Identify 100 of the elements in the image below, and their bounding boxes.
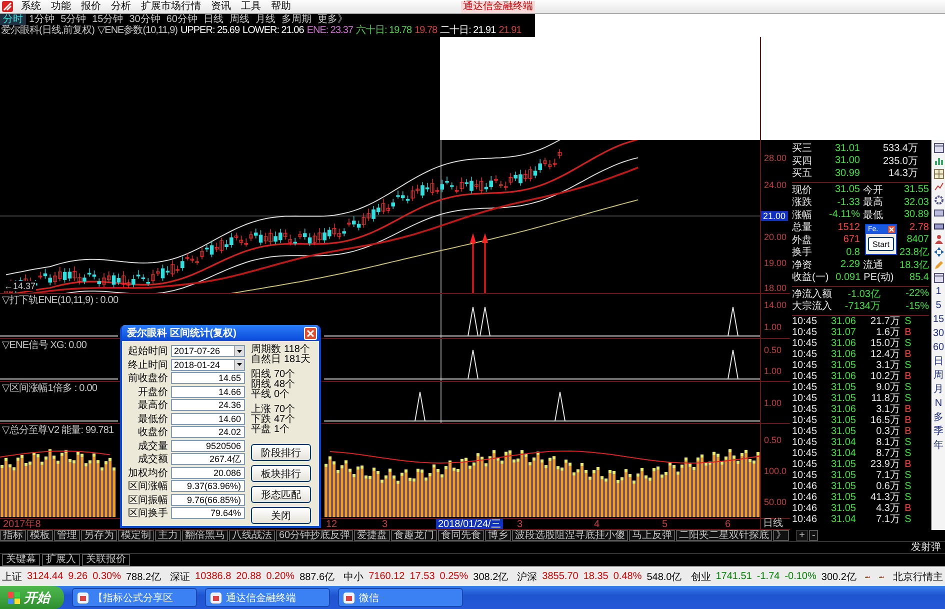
indicator-tab[interactable]: 指标	[0, 530, 26, 541]
value-field[interactable]: 9520506	[171, 440, 245, 452]
period-button[interactable]: 日	[934, 356, 944, 367]
period-tab[interactable]: 15分钟	[89, 14, 126, 25]
dialog-button[interactable]: 阶段排行	[251, 444, 311, 461]
trade-price: 31.06	[830, 370, 856, 382]
quote-label: 最高	[862, 196, 884, 210]
signal-spike	[728, 350, 738, 380]
dialog-button[interactable]: 关闭	[251, 507, 311, 524]
panel-title: ▽区间涨幅1倍多 : 0.00	[2, 383, 98, 394]
quote-value: -15%	[904, 300, 929, 312]
value-field[interactable]: 267.4亿	[171, 453, 245, 466]
quote-label: 净流入额	[792, 288, 832, 300]
date-axis-label: 4	[594, 519, 600, 529]
indicator-tab[interactable]: 主力	[155, 530, 181, 541]
zoom-button[interactable]: +	[796, 530, 808, 541]
indicator-tab[interactable]: 食同先食	[438, 530, 484, 541]
period-tab[interactable]: 1分钟	[26, 14, 58, 25]
menu-item[interactable]: 资讯	[206, 0, 236, 13]
index-amount: 548.0亿	[646, 570, 682, 584]
quote-label: 总量	[792, 220, 813, 234]
value-field[interactable]: 14.66	[171, 386, 245, 398]
date-dropdown[interactable]: 2018-01-24	[171, 358, 245, 371]
menu-item[interactable]: 系统	[16, 0, 46, 13]
index-amount: 308.2亿	[473, 570, 508, 584]
value-field[interactable]: 20.086	[171, 466, 245, 479]
close-button[interactable]	[888, 226, 895, 233]
period-button[interactable]: 年	[934, 440, 944, 451]
index-change: 17.53	[410, 571, 435, 582]
menu-item[interactable]: 工具	[236, 0, 266, 13]
index-percent: -0.10%	[784, 571, 816, 582]
indicator-tab[interactable]: 波段选股阻涅寻底挂小傻	[512, 530, 628, 541]
value-field[interactable]: 14.65	[171, 372, 245, 384]
value-field[interactable]: 9.76(66.85%)	[171, 494, 245, 506]
indicator-tab[interactable]: 爱捷盘	[354, 530, 390, 541]
value-field[interactable]: 79.64%	[171, 507, 245, 520]
trade-price: 31.05	[830, 360, 856, 370]
period-tab[interactable]: 月线	[252, 14, 278, 25]
period-tab[interactable]: 更多》	[314, 14, 350, 25]
menu-item[interactable]: 扩展市场行情	[136, 0, 206, 13]
taskbar-button[interactable]: 【指标公式分享区	[72, 588, 197, 607]
period-button[interactable]: 30	[932, 328, 944, 339]
indicator-tab[interactable]: 二阳夹二星双针探底	[676, 530, 772, 541]
period-button[interactable]: N	[934, 398, 942, 409]
period-button[interactable]: 季	[934, 426, 944, 437]
axis-label: 50.00	[764, 497, 787, 508]
period-label: 日线	[762, 519, 784, 529]
value-field[interactable]: 24.36	[171, 399, 245, 412]
period-tab[interactable]: 多周期	[278, 14, 314, 25]
zoom-button[interactable]: -	[808, 530, 818, 541]
indicator-tab[interactable]: 另存为	[81, 530, 117, 541]
start-button[interactable]: Start	[868, 237, 894, 251]
trade-side: B	[904, 414, 912, 426]
dialog-button[interactable]: 形态匹配	[251, 486, 311, 503]
indicator-tab[interactable]: 翻倍黑马	[182, 530, 228, 541]
stat-value: 118个	[284, 345, 310, 355]
value-field[interactable]: 24.02	[171, 426, 245, 438]
price-axis-label: 19.00	[764, 258, 787, 268]
indicator-tab[interactable]: 博乡	[485, 530, 512, 541]
indicator-tab[interactable]: 60分钟抄底反弹	[276, 530, 354, 541]
menu-item[interactable]: 分析	[106, 0, 136, 13]
date-dropdown[interactable]: 2017-07-26	[171, 345, 245, 358]
trade-time: 10:45	[792, 448, 818, 458]
indicator-value: LOWER: 21.06	[242, 25, 305, 37]
trade-price: 31.06	[830, 404, 856, 414]
period-button[interactable]: 多	[934, 412, 944, 423]
period-button[interactable]: 周	[934, 370, 944, 381]
period-button[interactable]: 5	[936, 300, 942, 311]
period-button[interactable]: 月	[934, 384, 944, 395]
indicator-tab[interactable]: 》	[773, 530, 790, 541]
indicator-tab[interactable]: 马上反弹	[629, 530, 676, 541]
message-text: 发射弹	[911, 542, 942, 553]
quote-label: 买四	[792, 154, 813, 168]
period-tab[interactable]: 分时	[0, 14, 26, 25]
taskbar-button[interactable]: 微信	[338, 588, 463, 607]
trade-time: 10:45	[792, 470, 818, 480]
menu-item[interactable]: 帮助	[266, 0, 296, 13]
period-button[interactable]: 1	[936, 286, 942, 297]
value-field[interactable]: 9.37(63.96%)	[171, 480, 245, 492]
index-change: 18.35	[583, 571, 608, 582]
taskbar-button[interactable]: 通达信金融终端	[205, 588, 330, 607]
period-button[interactable]: 15	[932, 314, 944, 325]
trade-time: 10:45	[792, 436, 818, 448]
trade-time: 10:46	[792, 514, 818, 524]
menu-item[interactable]: 功能	[46, 0, 76, 13]
close-button[interactable]	[304, 326, 317, 340]
indicator-tab[interactable]: 模定制	[118, 530, 154, 541]
period-tab[interactable]: 30分钟	[126, 14, 164, 25]
period-button[interactable]: 60	[932, 342, 944, 353]
period-tab[interactable]: 5分钟	[58, 14, 90, 25]
indicator-tab[interactable]: 模板	[27, 530, 53, 541]
value-field[interactable]: 14.60	[171, 412, 245, 425]
period-tab[interactable]: 日线	[200, 14, 226, 25]
indicator-tab[interactable]: 管理	[54, 530, 80, 541]
period-tab[interactable]: 60分钟	[163, 14, 200, 25]
dialog-button[interactable]: 板块排行	[251, 465, 311, 482]
indicator-tab[interactable]: 八线战法	[229, 530, 275, 541]
period-tab[interactable]: 周线	[226, 14, 252, 25]
indicator-tab[interactable]: 食趣龙门	[391, 530, 438, 541]
menu-item[interactable]: 报价	[76, 0, 106, 13]
